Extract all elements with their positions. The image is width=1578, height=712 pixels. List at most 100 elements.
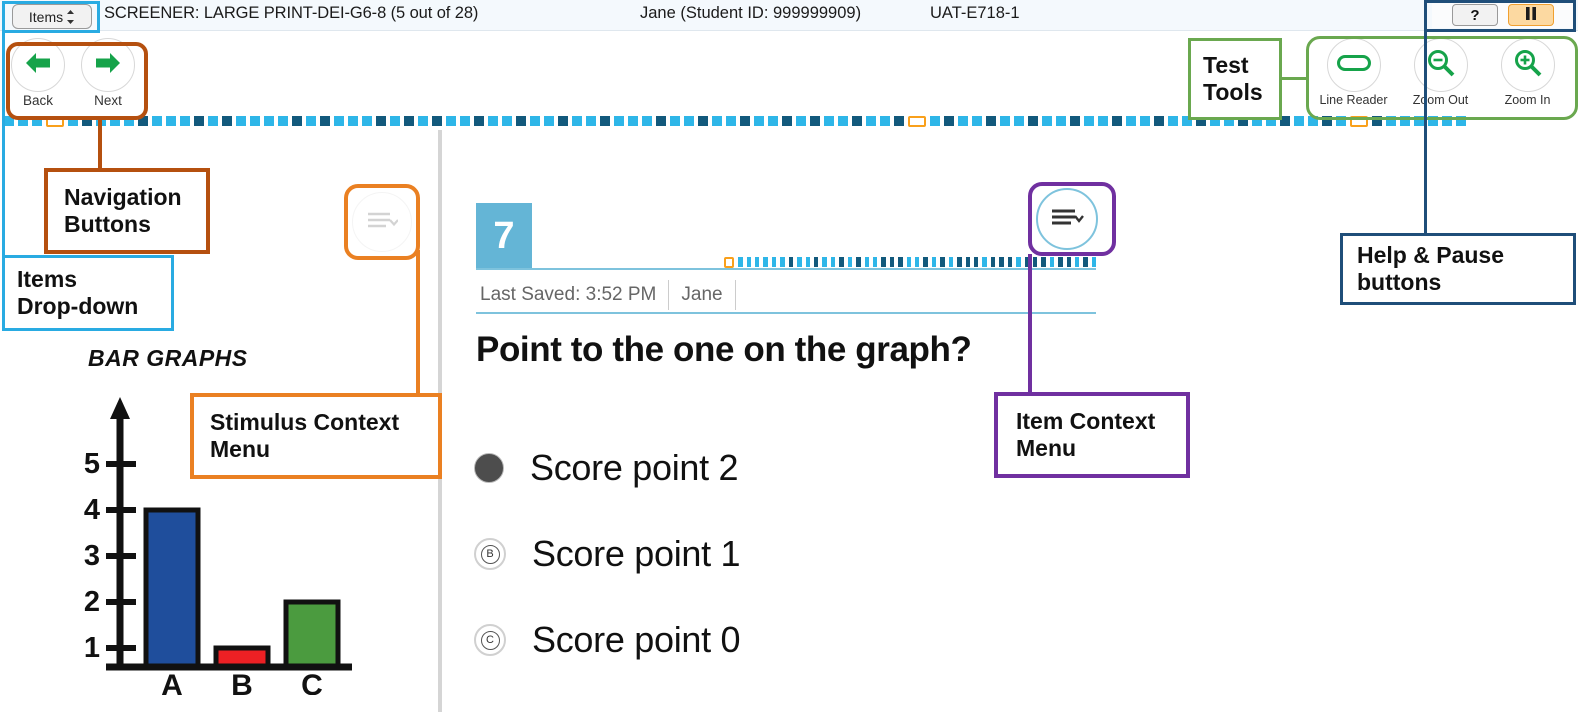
progress-marker[interactable] [474,116,484,126]
progress-marker[interactable] [754,116,764,126]
progress-marker[interactable] [948,257,954,267]
progress-marker[interactable] [830,257,836,267]
progress-marker[interactable] [738,257,743,267]
progress-marker[interactable] [642,116,652,126]
progress-marker[interactable] [930,116,940,126]
progress-marker[interactable] [544,116,554,126]
progress-marker[interactable] [418,116,428,126]
answer-choice-a-radio[interactable] [474,453,504,483]
progress-marker[interactable] [404,116,414,126]
progress-marker[interactable] [1126,116,1136,126]
progress-marker-current[interactable] [908,115,926,127]
progress-marker[interactable] [586,116,596,126]
progress-marker[interactable] [915,257,920,267]
progress-marker[interactable] [670,116,680,126]
progress-marker[interactable] [628,116,638,126]
progress-marker[interactable] [208,116,218,126]
progress-marker[interactable] [1084,116,1094,126]
progress-marker[interactable] [894,116,904,126]
progress-marker[interactable] [656,116,666,126]
progress-marker[interactable] [881,257,886,267]
progress-marker[interactable] [974,257,979,267]
progress-marker[interactable] [1083,257,1088,267]
progress-marker[interactable] [194,116,204,126]
progress-marker[interactable] [768,116,778,126]
progress-marker[interactable] [1032,257,1038,267]
progress-marker[interactable] [797,257,802,267]
progress-marker[interactable] [1028,116,1038,126]
progress-marker[interactable] [684,116,694,126]
progress-marker[interactable] [1098,116,1108,126]
progress-marker[interactable] [796,116,806,126]
progress-marker[interactable] [1112,116,1122,126]
progress-marker[interactable] [755,257,760,267]
progress-marker[interactable] [1070,116,1080,126]
progress-marker[interactable] [1154,116,1164,126]
progress-marker[interactable] [292,116,302,126]
progress-marker[interactable] [1041,257,1046,267]
progress-marker[interactable] [460,116,470,126]
progress-marker[interactable] [880,116,890,126]
progress-marker[interactable] [990,257,996,267]
progress-marker[interactable] [166,116,176,126]
progress-marker[interactable] [362,116,372,126]
progress-marker[interactable] [1091,257,1096,267]
progress-marker[interactable] [771,257,777,267]
progress-marker[interactable] [572,116,582,126]
progress-marker[interactable] [958,116,968,126]
progress-marker[interactable] [782,116,792,126]
progress-marker[interactable] [614,116,624,126]
progress-marker[interactable] [1014,116,1024,126]
progress-marker[interactable] [530,116,540,126]
progress-marker[interactable] [1075,257,1080,267]
progress-marker[interactable] [390,116,400,126]
progress-marker[interactable] [872,257,878,267]
progress-marker[interactable] [1049,257,1055,267]
progress-marker[interactable] [788,257,794,267]
progress-marker[interactable] [906,257,912,267]
progress-marker[interactable] [488,116,498,126]
answer-choice-c[interactable]: C Score point 0 [474,597,1234,683]
progress-marker[interactable] [838,116,848,126]
progress-marker[interactable] [1007,257,1013,267]
progress-marker[interactable] [824,116,834,126]
progress-marker[interactable] [822,257,827,267]
progress-marker[interactable] [1140,116,1150,126]
progress-marker[interactable] [516,116,526,126]
progress-marker[interactable] [866,116,876,126]
progress-marker[interactable] [1000,116,1010,126]
progress-marker[interactable] [813,257,819,267]
progress-marker[interactable] [965,257,970,267]
progress-marker[interactable] [1058,257,1063,267]
progress-marker[interactable] [986,116,996,126]
progress-marker[interactable] [698,116,708,126]
progress-marker[interactable] [864,257,869,267]
progress-marker[interactable] [944,116,954,126]
progress-marker[interactable] [931,257,937,267]
answer-choice-b-radio[interactable]: B [474,538,506,570]
progress-marker[interactable] [558,116,568,126]
progress-marker[interactable] [957,257,962,267]
progress-marker[interactable] [805,257,810,267]
progress-marker[interactable] [1168,116,1178,126]
progress-marker[interactable] [923,257,928,267]
answer-choice-b[interactable]: B Score point 1 [474,511,1234,597]
progress-marker[interactable] [222,116,232,126]
progress-marker[interactable] [502,116,512,126]
progress-marker[interactable] [898,257,903,267]
progress-marker[interactable] [1056,116,1066,126]
progress-marker[interactable] [847,257,853,267]
progress-marker[interactable] [152,116,162,126]
progress-marker[interactable] [600,116,610,126]
progress-marker[interactable] [972,116,982,126]
progress-marker[interactable] [740,116,750,126]
progress-marker[interactable] [856,257,861,267]
progress-marker[interactable] [1016,257,1021,267]
progress-marker[interactable] [1294,116,1304,126]
progress-marker[interactable] [250,116,260,126]
progress-marker[interactable] [763,257,768,267]
progress-marker[interactable] [726,116,736,126]
progress-marker[interactable] [940,257,945,267]
progress-marker[interactable] [180,116,190,126]
progress-marker[interactable] [264,116,274,126]
